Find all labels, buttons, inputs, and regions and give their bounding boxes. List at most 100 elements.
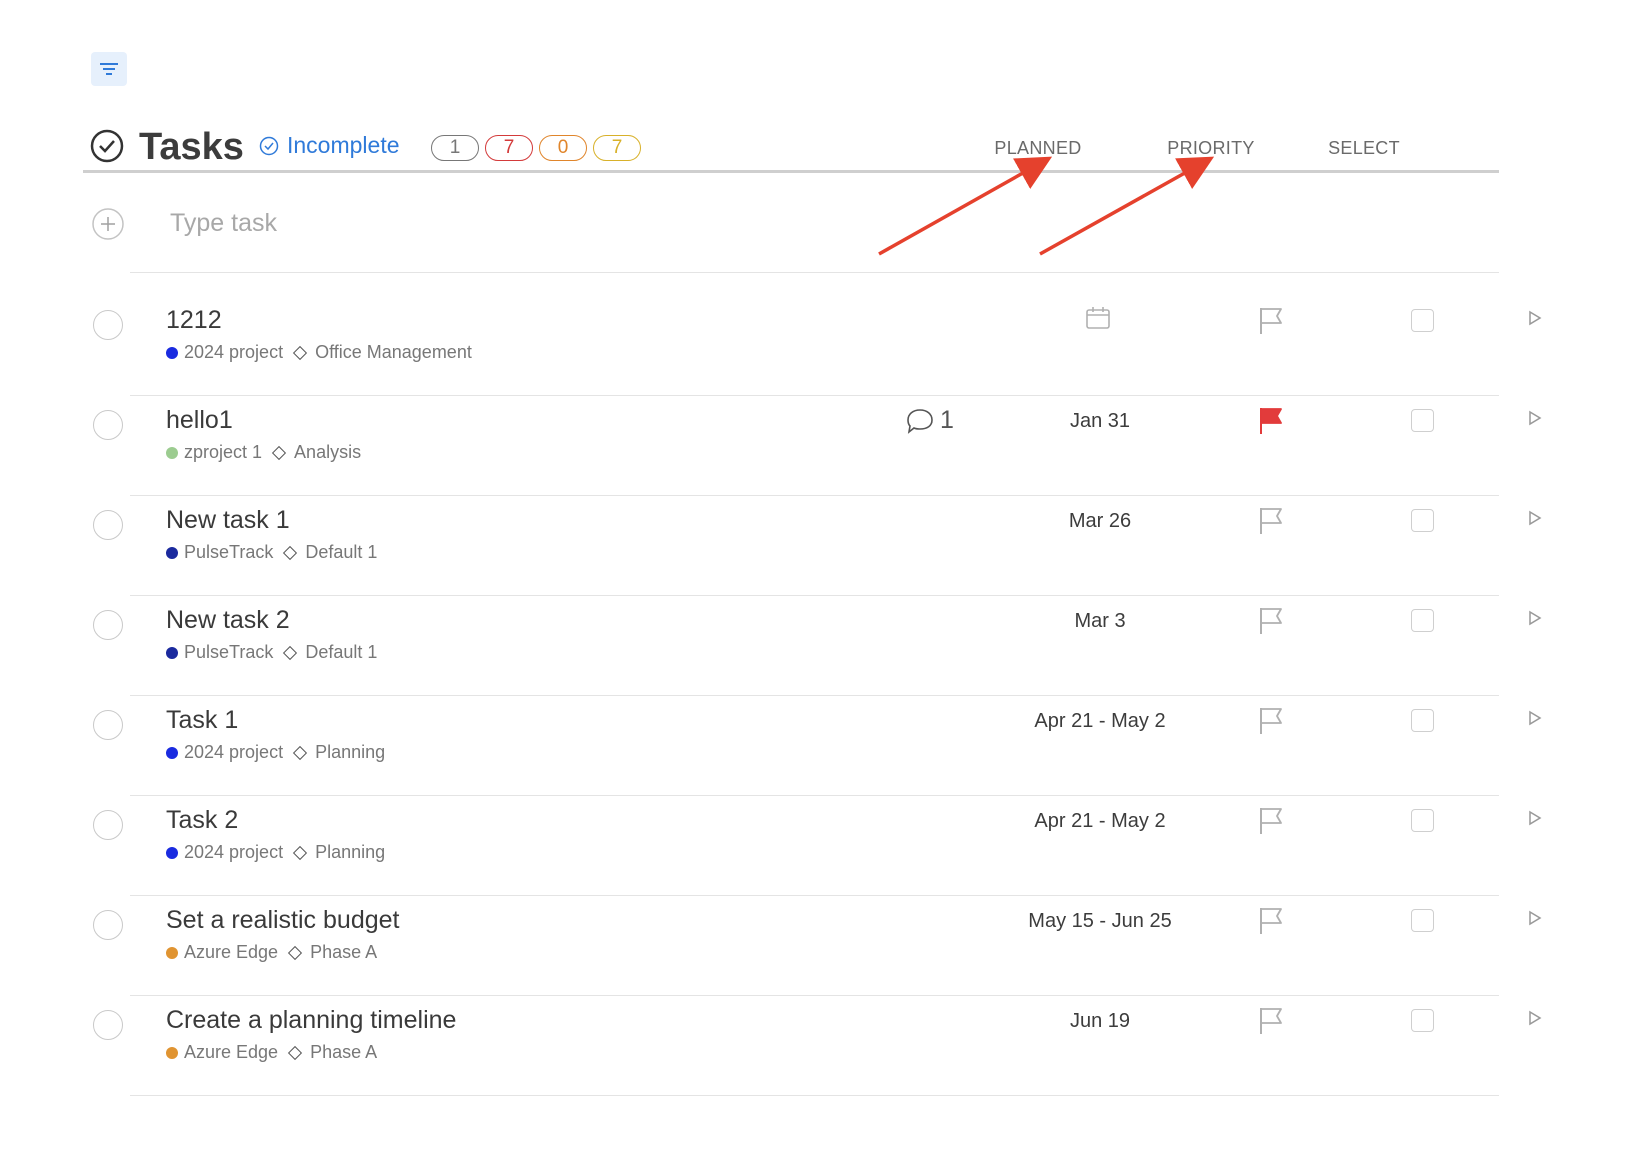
select-checkbox[interactable] (1411, 609, 1434, 632)
priority-flag-icon[interactable] (1258, 506, 1284, 536)
task-name[interactable]: New task 2 (166, 606, 290, 635)
column-planned[interactable]: PLANNED (958, 138, 1118, 159)
tasks-header: Tasks Incomplete 1707 PLANNED PRIORITY S… (83, 118, 1499, 173)
select-checkbox[interactable] (1411, 909, 1434, 932)
task-row[interactable]: Set a realistic budget Azure Edge Phase A M… (0, 896, 1642, 996)
priority-flag-icon[interactable] (1258, 906, 1284, 936)
task-name[interactable]: Task 2 (166, 806, 238, 835)
task-name[interactable]: Set a realistic budget (166, 906, 399, 935)
task-meta: PulseTrack Default 1 (166, 542, 377, 563)
project-name[interactable]: 2024 project (184, 742, 283, 763)
select-checkbox[interactable] (1411, 709, 1434, 732)
planned-date[interactable]: Mar 26 (1020, 510, 1180, 533)
complete-task-checkbox[interactable] (93, 510, 123, 540)
expand-arrow-icon[interactable] (1528, 310, 1542, 326)
select-checkbox[interactable] (1411, 509, 1434, 532)
task-meta: PulseTrack Default 1 (166, 642, 377, 663)
incomplete-filter[interactable]: Incomplete (259, 132, 400, 159)
task-row[interactable]: New task 1 PulseTrack Default 1 Mar 26 (0, 496, 1642, 596)
task-name[interactable]: New task 1 (166, 506, 290, 535)
expand-arrow-icon[interactable] (1528, 510, 1542, 526)
expand-arrow-icon[interactable] (1528, 710, 1542, 726)
section-name[interactable]: Default 1 (305, 542, 377, 563)
task-name[interactable]: Task 1 (166, 706, 238, 735)
expand-arrow-icon[interactable] (1528, 410, 1542, 426)
section-name[interactable]: Phase A (310, 1042, 377, 1063)
page-title: Tasks (139, 126, 244, 168)
project-name[interactable]: Azure Edge (184, 1042, 278, 1063)
complete-task-checkbox[interactable] (93, 910, 123, 940)
task-row[interactable]: Task 2 2024 project Planning Apr 21 - May 2 (0, 796, 1642, 896)
planned-date[interactable]: Apr 21 - May 2 (1020, 710, 1180, 733)
priority-flag-icon[interactable] (1258, 306, 1284, 336)
task-row[interactable]: Create a planning timeline Azure Edge Phas… (0, 996, 1642, 1096)
project-name[interactable]: PulseTrack (184, 642, 273, 663)
section-name[interactable]: Default 1 (305, 642, 377, 663)
task-row[interactable]: hello1 zproject 1 Analysis 1 Jan 31 (0, 396, 1642, 496)
complete-task-checkbox[interactable] (93, 610, 123, 640)
project-name[interactable]: PulseTrack (184, 542, 273, 563)
section-name[interactable]: Analysis (294, 442, 361, 463)
comments-indicator[interactable]: 1 (906, 406, 954, 435)
priority-flag-icon[interactable] (1258, 706, 1284, 736)
section-name[interactable]: Planning (315, 842, 385, 863)
project-color-dot (166, 746, 178, 759)
planned-date[interactable]: Jan 31 (1020, 410, 1180, 433)
task-row[interactable]: 1212 2024 project Office Management (0, 296, 1642, 396)
project-name[interactable]: 2024 project (184, 342, 283, 363)
planned-date[interactable]: May 15 - Jun 25 (1020, 910, 1180, 933)
expand-arrow-icon[interactable] (1528, 1010, 1542, 1026)
task-row[interactable]: Task 1 2024 project Planning Apr 21 - May 2 (0, 696, 1642, 796)
task-row[interactable]: New task 2 PulseTrack Default 1 Mar 3 (0, 596, 1642, 696)
task-name[interactable]: 1212 (166, 306, 222, 335)
planned-date[interactable]: Mar 3 (1020, 610, 1180, 633)
task-name[interactable]: hello1 (166, 406, 233, 435)
calendar-icon[interactable] (1085, 306, 1111, 330)
task-meta: 2024 project Planning (166, 842, 385, 863)
section-name[interactable]: Office Management (315, 342, 472, 363)
complete-task-checkbox[interactable] (93, 810, 123, 840)
column-select[interactable]: SELECT (1284, 138, 1444, 159)
check-circle-icon (90, 129, 124, 163)
expand-arrow-icon[interactable] (1528, 610, 1542, 626)
filter-button[interactable] (91, 52, 127, 86)
section-diamond-icon (283, 545, 298, 560)
project-color-dot (166, 546, 178, 559)
expand-arrow-icon[interactable] (1528, 810, 1542, 826)
complete-task-checkbox[interactable] (93, 1010, 123, 1040)
section-name[interactable]: Phase A (310, 942, 377, 963)
column-priority[interactable]: PRIORITY (1131, 138, 1291, 159)
priority-flag-icon[interactable] (1258, 806, 1284, 836)
count-badge[interactable]: 0 (539, 135, 587, 161)
priority-flag-icon[interactable] (1258, 606, 1284, 636)
project-name[interactable]: Azure Edge (184, 942, 278, 963)
planned-date[interactable]: Jun 19 (1020, 1010, 1180, 1033)
select-checkbox[interactable] (1411, 809, 1434, 832)
type-task-input[interactable] (168, 202, 672, 244)
section-name[interactable]: Planning (315, 742, 385, 763)
count-badge[interactable]: 7 (593, 135, 641, 161)
project-color-dot (166, 346, 178, 359)
complete-task-checkbox[interactable] (93, 310, 123, 340)
add-task-icon[interactable] (92, 208, 124, 240)
select-checkbox[interactable] (1411, 1009, 1434, 1032)
task-meta: 2024 project Office Management (166, 342, 472, 363)
planned-date[interactable]: Apr 21 - May 2 (1020, 810, 1180, 833)
complete-task-checkbox[interactable] (93, 710, 123, 740)
count-badge[interactable]: 7 (485, 135, 533, 161)
priority-flag-icon[interactable] (1258, 406, 1284, 436)
select-checkbox[interactable] (1411, 309, 1434, 332)
annotation-arrow (878, 156, 1053, 256)
task-name[interactable]: Create a planning timeline (166, 1006, 456, 1035)
project-color-dot (166, 1046, 178, 1059)
select-checkbox[interactable] (1411, 409, 1434, 432)
task-meta: 2024 project Planning (166, 742, 385, 763)
project-name[interactable]: zproject 1 (184, 442, 262, 463)
complete-task-checkbox[interactable] (93, 410, 123, 440)
expand-arrow-icon[interactable] (1528, 910, 1542, 926)
annotation-arrow (1039, 156, 1215, 256)
count-badge[interactable]: 1 (431, 135, 479, 161)
priority-flag-icon[interactable] (1258, 1006, 1284, 1036)
project-name[interactable]: 2024 project (184, 842, 283, 863)
project-color-dot (166, 646, 178, 659)
